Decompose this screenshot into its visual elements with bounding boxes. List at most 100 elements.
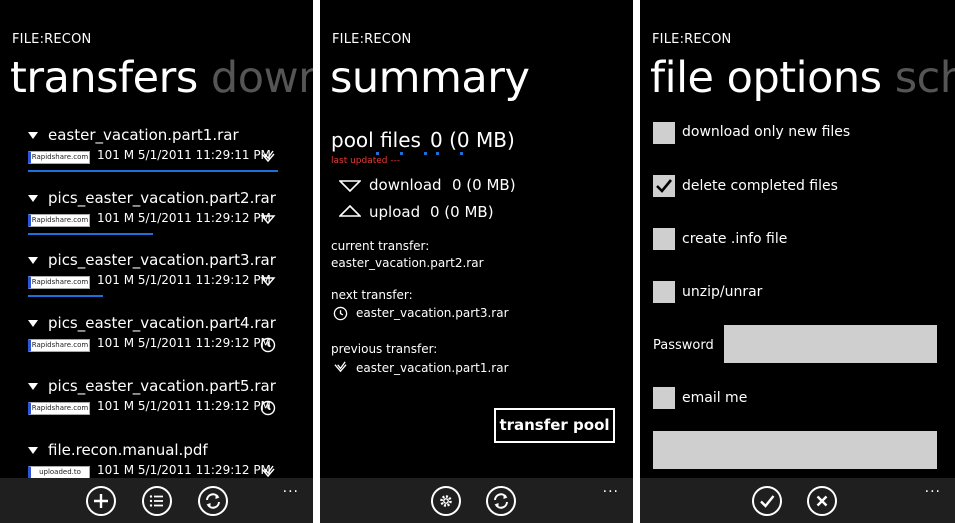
- transfers-screen: FILE:RECON transfers down easter_vacatio…: [0, 0, 313, 523]
- cancel-button[interactable]: [807, 486, 837, 516]
- download-arrow-icon: [260, 277, 276, 287]
- add-button[interactable]: [86, 486, 116, 516]
- last-updated-text: last updated ---: [331, 156, 401, 166]
- download-only-new-checkbox[interactable]: [653, 122, 675, 144]
- list-icon: [149, 495, 163, 507]
- list-button[interactable]: [142, 486, 172, 516]
- app-title: FILE:RECON: [652, 32, 732, 47]
- transfer-progress: [28, 295, 103, 297]
- transfer-date: 5/1/2011 11:29:11 PM: [137, 148, 271, 162]
- host-logo: Rapidshare.com: [28, 339, 90, 352]
- transfer-meta: 101 M 5/1/2011 11:29:12 PM: [97, 463, 271, 477]
- app-bar: ...: [0, 478, 313, 523]
- transfer-item[interactable]: pics_easter_vacation.part5.rar Rapidshare…: [28, 377, 308, 433]
- expand-triangle-icon[interactable]: [28, 447, 38, 454]
- download-label: download: [369, 176, 442, 194]
- unzip-unrar-checkbox[interactable]: [653, 281, 675, 303]
- pivot-item-downloads[interactable]: down: [211, 53, 313, 103]
- transfer-pool-button[interactable]: transfer pool: [494, 408, 615, 443]
- transfer-file-name: easter_vacation.part1.rar: [48, 126, 239, 144]
- transfer-progress: [28, 233, 153, 235]
- next-transfer-value: easter_vacation.part3.rar: [356, 306, 509, 320]
- email-field[interactable]: [653, 431, 937, 469]
- expand-triangle-icon[interactable]: [28, 320, 38, 327]
- transfer-size: 101 M: [97, 273, 135, 287]
- transfer-size: 101 M: [97, 148, 135, 162]
- settings-button[interactable]: [431, 486, 461, 516]
- download-value: 0 (0 MB): [452, 176, 516, 194]
- pivot-item-file-options[interactable]: file options: [650, 53, 882, 103]
- current-transfer-label: current transfer:: [331, 239, 430, 253]
- transfer-meta: 101 M 5/1/2011 11:29:12 PM: [97, 273, 271, 287]
- checkmark-icon: [656, 179, 673, 193]
- pool-files-label: pool files: [331, 128, 421, 152]
- transfer-date: 5/1/2011 11:29:12 PM: [137, 273, 271, 287]
- refresh-button[interactable]: [486, 486, 516, 516]
- file-options-screen: FILE:RECON file options sch download onl…: [640, 0, 955, 523]
- transfer-file-name: pics_easter_vacation.part2.rar: [48, 189, 276, 207]
- delete-completed-checkbox[interactable]: [653, 175, 675, 197]
- check-icon: [760, 495, 775, 508]
- transfer-size: 101 M: [97, 211, 135, 225]
- create-info-file-checkbox[interactable]: [653, 228, 675, 250]
- transfer-item[interactable]: easter_vacation.part1.rar Rapidshare.com 1…: [28, 126, 308, 182]
- transfer-file-name: pics_easter_vacation.part3.rar: [48, 251, 276, 269]
- transfer-size: 101 M: [97, 336, 135, 350]
- pivot-header: summary: [330, 53, 530, 103]
- password-label: Password: [653, 338, 714, 353]
- transfer-item[interactable]: pics_easter_vacation.part4.rar Rapidshare…: [28, 314, 308, 370]
- expand-triangle-icon[interactable]: [28, 257, 38, 264]
- summary-screen: FILE:RECON summary pool files 0 (0 MB) l…: [320, 0, 633, 523]
- transfer-progress: [28, 170, 278, 172]
- clock-icon: [333, 306, 348, 321]
- pivot-header: transfers down: [10, 53, 313, 103]
- download-arrow-icon: [339, 180, 361, 192]
- email-me-checkbox[interactable]: [653, 387, 675, 409]
- pool-files-value: 0 (0 MB): [430, 128, 515, 152]
- transfer-date: 5/1/2011 11:29:12 PM: [137, 399, 271, 413]
- pivot-item-transfers[interactable]: transfers: [10, 53, 198, 103]
- checked-clock-icon: [334, 361, 347, 373]
- transfer-date: 5/1/2011 11:29:12 PM: [137, 211, 271, 225]
- transfer-file-name: pics_easter_vacation.part4.rar: [48, 314, 276, 332]
- settings-icon: [440, 495, 452, 507]
- email-me-label: email me: [682, 390, 748, 406]
- more-button[interactable]: ...: [603, 480, 619, 496]
- expand-triangle-icon[interactable]: [28, 195, 38, 202]
- host-logo: Rapidshare.com: [28, 151, 90, 164]
- app-title: FILE:RECON: [332, 32, 412, 47]
- clock-icon: [260, 400, 276, 416]
- expand-triangle-icon[interactable]: [28, 383, 38, 390]
- current-transfer-value: easter_vacation.part2.rar: [331, 256, 484, 270]
- previous-transfer-value: easter_vacation.part1.rar: [356, 361, 509, 375]
- save-button[interactable]: [752, 486, 782, 516]
- pivot-item-summary[interactable]: summary: [330, 53, 530, 103]
- pivot-header: file options sch: [650, 53, 955, 103]
- transfer-date: 5/1/2011 11:29:12 PM: [137, 463, 271, 477]
- transfer-meta: 101 M 5/1/2011 11:29:12 PM: [97, 399, 271, 413]
- host-logo: Rapidshare.com: [28, 276, 90, 289]
- transfer-file-name: file.recon.manual.pdf: [48, 441, 208, 459]
- more-button[interactable]: ...: [283, 480, 299, 496]
- transfer-size: 101 M: [97, 463, 135, 477]
- transfer-item[interactable]: pics_easter_vacation.part3.rar Rapidshare…: [28, 251, 308, 307]
- expand-triangle-icon[interactable]: [28, 132, 38, 139]
- previous-transfer-label: previous transfer:: [331, 342, 438, 356]
- cancel-icon: [816, 495, 828, 507]
- host-logo: Rapidshare.com: [28, 402, 90, 415]
- app-bar: ...: [640, 478, 955, 523]
- host-logo: Rapidshare.com: [28, 214, 90, 227]
- transfer-item[interactable]: pics_easter_vacation.part2.rar Rapidshare…: [28, 189, 308, 245]
- checked-clock-icon: [261, 150, 275, 163]
- refresh-button[interactable]: [198, 486, 228, 516]
- upload-value: 0 (0 MB): [430, 203, 494, 221]
- more-button[interactable]: ...: [925, 480, 941, 496]
- clock-icon: [260, 337, 276, 353]
- transfer-meta: 101 M 5/1/2011 11:29:11 PM: [97, 148, 271, 162]
- transfer-meta: 101 M 5/1/2011 11:29:12 PM: [97, 211, 271, 225]
- transfer-date: 5/1/2011 11:29:12 PM: [137, 336, 271, 350]
- transfer-file-name: pics_easter_vacation.part5.rar: [48, 377, 276, 395]
- pivot-item-schedule[interactable]: sch: [895, 53, 955, 103]
- password-field[interactable]: [724, 325, 937, 363]
- download-arrow-icon: [260, 215, 276, 225]
